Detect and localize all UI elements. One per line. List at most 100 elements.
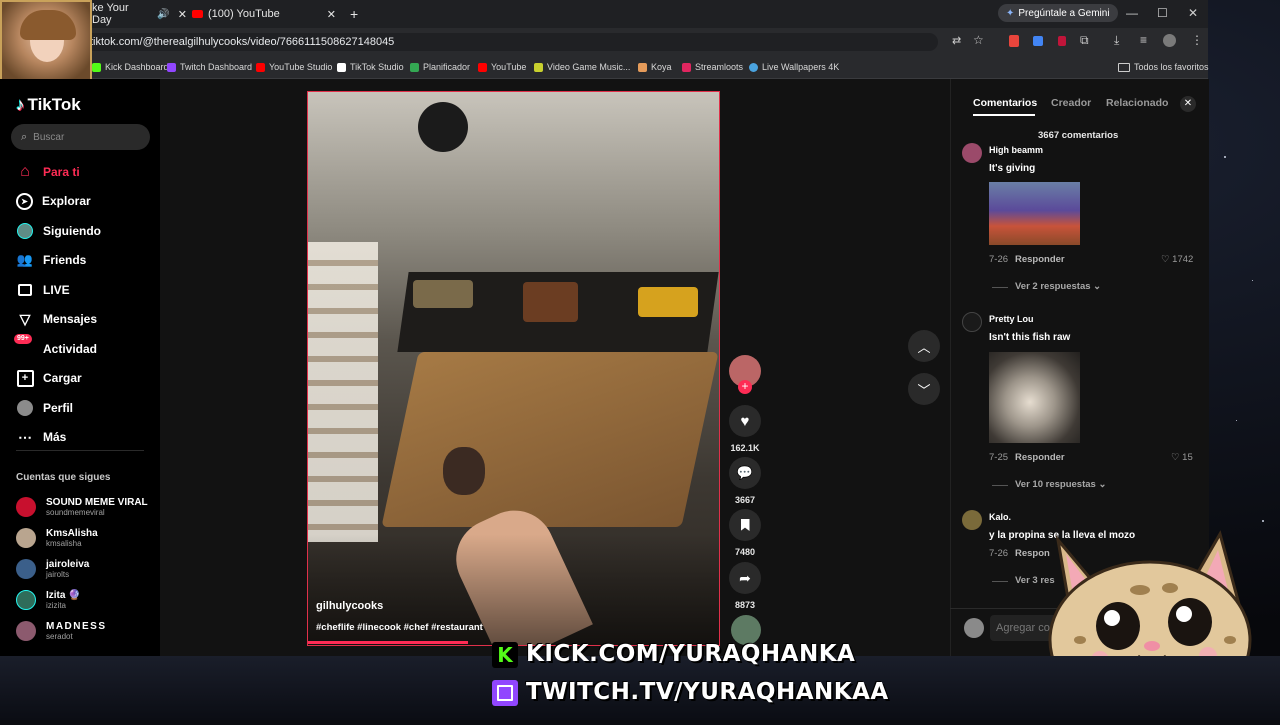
comment-like[interactable]: ♡ 1742 — [1161, 254, 1193, 265]
extension-icon[interactable] — [1033, 36, 1043, 46]
bookmark-button[interactable]: 7480 — [729, 509, 761, 557]
bookmark-item[interactable]: Kick Dashboard — [92, 60, 169, 74]
bookmark-label: YouTube — [491, 62, 527, 72]
speaker-icon[interactable]: 🔊 — [157, 9, 169, 20]
twitch-logo-icon — [492, 680, 518, 706]
bookmark-item[interactable]: Koya — [638, 60, 672, 74]
new-tab-button[interactable]: + — [350, 4, 358, 24]
nav-label: Friends — [43, 253, 87, 267]
gemini-button[interactable]: ✦ Pregúntale a Gemini — [998, 4, 1118, 22]
bookmark-label: Streamloots — [695, 62, 744, 72]
all-favorites[interactable]: Todos los favoritos — [1118, 60, 1209, 74]
tab-relacionado[interactable]: Relacionado — [1106, 97, 1168, 109]
home-icon: ⌂ — [20, 163, 30, 180]
avatar — [16, 528, 36, 548]
translate-icon[interactable]: ⇄ — [952, 34, 961, 47]
nav-label: Explorar — [42, 194, 91, 208]
extension-icon[interactable] — [1058, 36, 1066, 46]
bookmark-item[interactable]: Video Game Music... — [534, 60, 630, 74]
comment-user[interactable]: Kalo. — [989, 512, 1011, 522]
nav-actividad[interactable]: 99+ Actividad — [14, 334, 97, 360]
menu-dots-icon[interactable]: ⋮ — [1191, 33, 1203, 47]
bookmark-item[interactable]: Planificador — [410, 60, 470, 74]
video-caption[interactable]: #cheflife #linecook #chef #restaurant — [316, 622, 483, 633]
heart-icon: ♥ — [740, 412, 750, 430]
following-account[interactable]: KmsAlisha kmsalisha — [16, 525, 98, 551]
tab-make-your-day[interactable]: ke Your Day 🔊 ✕ — [92, 2, 187, 26]
friends-icon: 👥 — [16, 252, 34, 267]
profile-avatar-icon[interactable] — [1163, 34, 1176, 47]
extension-icon[interactable] — [1009, 35, 1019, 47]
bookmark-item[interactable]: TikTok Studio — [337, 60, 404, 74]
view-replies[interactable]: Ver 10 respuestas ⌄ — [1015, 479, 1106, 490]
nav-siguiendo[interactable]: Siguiendo — [16, 220, 101, 242]
comment-user[interactable]: High beamm — [989, 145, 1043, 155]
divider — [992, 485, 1008, 486]
following-account[interactable]: SOUND MEME VIRAL soundmemeviral — [16, 494, 148, 520]
tab-creador[interactable]: Creador — [1051, 97, 1091, 109]
nav-mas[interactable]: ⋯ Más — [16, 426, 66, 448]
url-text[interactable]: tiktok.com/@therealgilhulycooks/video/76… — [90, 33, 940, 51]
bookmark-item[interactable]: Live Wallpapers 4K — [749, 60, 839, 74]
tab-comentarios[interactable]: Comentarios — [973, 97, 1037, 109]
follow-plus-icon[interactable]: + — [738, 380, 752, 394]
nav-friends[interactable]: 👥 Friends — [16, 249, 86, 271]
nav-explorar[interactable]: ➤ Explorar — [16, 190, 91, 212]
comment-button[interactable]: 💬 3667 — [729, 457, 761, 505]
comment-image[interactable] — [989, 182, 1080, 245]
video-player[interactable]: gilhulycooks #cheflife #linecook #chef #… — [307, 91, 720, 646]
nav-perfil[interactable]: Perfil — [16, 397, 73, 419]
puzzle-icon[interactable]: ⧉ — [1080, 33, 1089, 48]
maximize-icon[interactable]: ☐ — [1157, 6, 1168, 20]
close-icon[interactable]: ✕ — [178, 8, 187, 21]
comment-image[interactable] — [989, 352, 1080, 443]
next-video-button[interactable]: ﹀ — [908, 373, 940, 405]
download-icon[interactable]: ⤓ — [1114, 33, 1119, 48]
avatar[interactable] — [962, 312, 982, 332]
following-account[interactable]: Izita 🔮 izizita — [16, 587, 81, 613]
star-icon[interactable]: ☆ — [973, 33, 984, 47]
minimize-icon[interactable]: — — [1126, 6, 1138, 20]
close-icon[interactable]: ✕ — [327, 8, 336, 21]
youtube-icon — [192, 10, 203, 18]
video-progress[interactable] — [308, 641, 468, 644]
kick-url-text: KICK.COM/YURAQHANKA — [526, 641, 856, 667]
video-author[interactable]: gilhulycooks — [316, 600, 383, 612]
nav-label: Siguiendo — [43, 224, 101, 238]
nav-mensajes[interactable]: ▽ Mensajes — [16, 308, 97, 330]
nav-cargar[interactable]: + Cargar — [16, 367, 82, 389]
comment-user[interactable]: Pretty Lou — [989, 314, 1034, 324]
close-panel-icon[interactable]: ✕ — [1180, 96, 1196, 112]
avatar[interactable] — [962, 143, 982, 163]
view-replies[interactable]: Ver 2 respuestas ⌄ — [1015, 281, 1101, 292]
bookmark-item[interactable]: YouTube — [478, 60, 526, 74]
divider — [992, 581, 1008, 582]
avatar — [16, 559, 36, 579]
bookmark-item[interactable]: Streamloots — [682, 60, 743, 74]
youtube-icon — [478, 62, 487, 72]
following-account[interactable]: jairoleiva jairolts — [16, 556, 89, 582]
chevron-down-icon: ⌄ — [1093, 281, 1102, 292]
comment-like[interactable]: ♡ 15 — [1171, 452, 1193, 463]
nav-live[interactable]: LIVE — [16, 279, 70, 301]
reply-button[interactable]: Responder — [1015, 254, 1065, 265]
share-button[interactable]: ➦ 8873 — [729, 562, 761, 610]
avatar[interactable] — [962, 510, 982, 530]
comments-count: 3667 comentarios — [1038, 130, 1119, 141]
like-count: 15 — [1182, 452, 1193, 463]
reply-button[interactable]: Responder — [1015, 452, 1065, 463]
bookmark-item[interactable]: Twitch Dashboard — [167, 60, 252, 74]
account-name: KmsAlisha — [46, 528, 98, 539]
tab-youtube[interactable]: (100) YouTube ✕ — [192, 4, 342, 24]
account-handle: izizita — [46, 601, 67, 610]
like-button[interactable]: ♥ 162.1K — [729, 405, 761, 453]
bookmark-item[interactable]: YouTube Studio — [256, 60, 332, 74]
nav-para-ti[interactable]: ⌂ Para ti — [16, 161, 80, 183]
previous-video-button[interactable]: ︿ — [908, 330, 940, 362]
divider — [992, 287, 1008, 288]
tiktok-logo[interactable]: ♪ TikTok — [16, 93, 81, 117]
reading-list-icon[interactable]: ≡ — [1140, 33, 1147, 47]
close-window-icon[interactable]: ✕ — [1188, 6, 1198, 20]
following-account[interactable]: MADNESS seradot — [16, 618, 107, 644]
search-input[interactable]: ⌕ Buscar — [11, 124, 150, 150]
